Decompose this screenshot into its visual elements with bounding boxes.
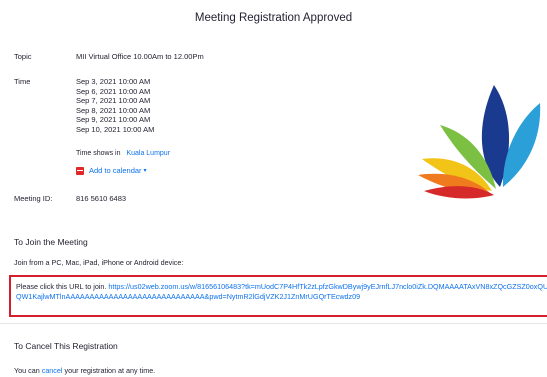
cancel-text-before: You can (14, 366, 40, 375)
timezone-prefix: Time shows in (76, 150, 121, 157)
cancel-link[interactable]: cancel (42, 366, 63, 375)
time-slot: Sep 10, 2021 10:00 AM (76, 124, 155, 134)
time-slot: Sep 7, 2021 10:00 AM (76, 96, 151, 106)
cancel-heading: To Cancel This Registration (14, 341, 118, 351)
join-url-prefix: Please click this URL to join. (16, 282, 107, 291)
topic-value: MII Virtual Office 10.00Am to 12.00Pm (76, 52, 204, 61)
join-heading: To Join the Meeting (14, 237, 88, 247)
time-slot: Sep 6, 2021 10:00 AM (76, 86, 151, 96)
time-slot: Sep 9, 2021 10:00 AM (76, 115, 151, 125)
topic-label: Topic (14, 52, 32, 61)
time-label: Time (14, 77, 31, 86)
time-slot: Sep 3, 2021 10:00 AM (76, 77, 151, 86)
cancel-text-after: your registration at any time. (64, 366, 156, 375)
add-to-calendar-button[interactable]: Add to calendar ▾ (76, 166, 147, 175)
divider (0, 323, 547, 324)
time-slot-list: Sep 3, 2021 10:00 AM Sep 6, 2021 10:00 A… (76, 77, 154, 135)
join-url-box: Please click this URL to join. https://u… (9, 275, 547, 317)
timezone-link[interactable]: Kuala Lumpur (126, 150, 170, 157)
time-slot: Sep 8, 2021 10:00 AM (76, 105, 151, 115)
add-to-calendar-label[interactable]: Add to calendar (89, 166, 142, 175)
join-subtext: Join from a PC, Mac, iPad, iPhone or And… (14, 258, 184, 267)
organization-logo (418, 85, 541, 199)
meeting-id-value: 816 5610 6483 (76, 194, 127, 203)
calendar-icon (76, 166, 84, 175)
page-title: Meeting Registration Approved (194, 12, 353, 24)
meeting-id-label: Meeting ID: (14, 194, 53, 203)
chevron-down-icon[interactable]: ▾ (144, 167, 147, 174)
join-url-text: Please click this URL to join. https://u… (16, 282, 547, 302)
cancel-text: You can cancel your registration at any … (14, 366, 155, 375)
timezone-row: Time shows in Kuala Lumpur (76, 150, 170, 157)
